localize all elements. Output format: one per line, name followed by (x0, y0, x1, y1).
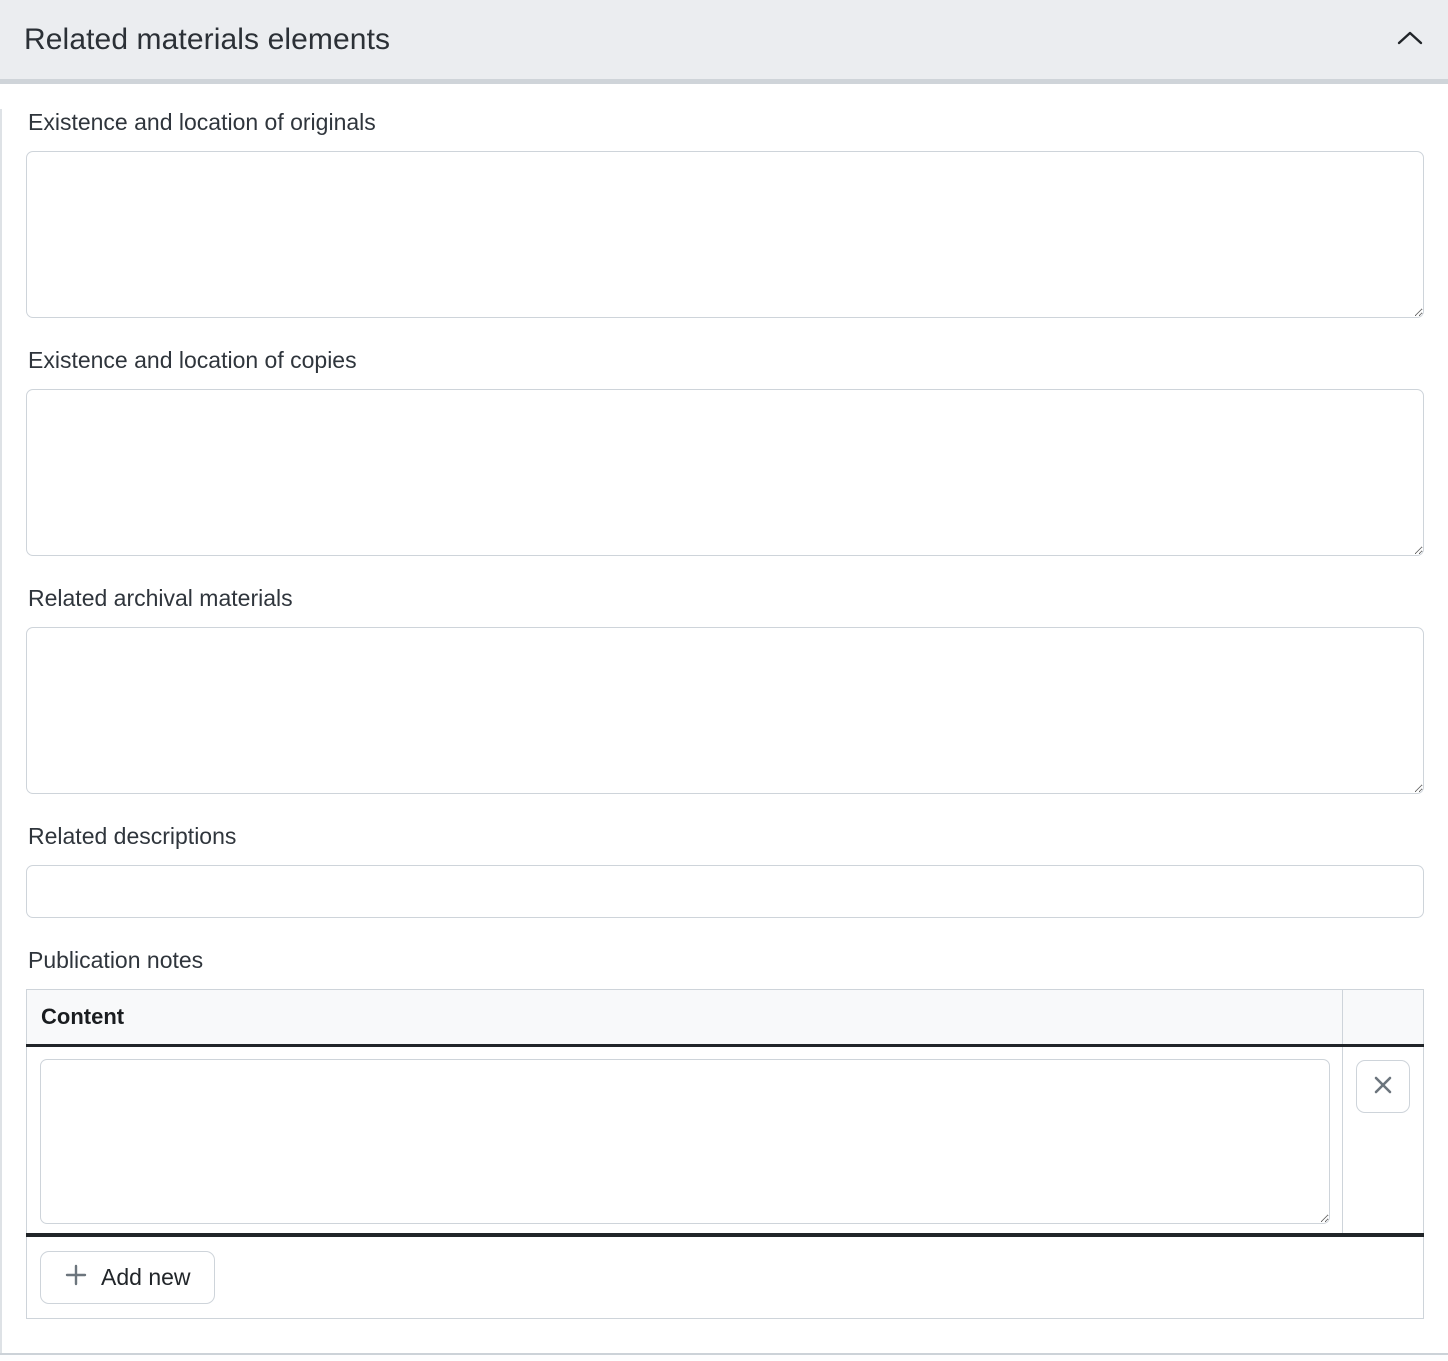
section-title: Related materials elements (24, 23, 390, 57)
table-header-row: Content (27, 990, 1424, 1046)
field-label-related-archival-materials: Related archival materials (28, 585, 1424, 612)
collapse-section-button[interactable] (1396, 30, 1424, 49)
delete-row-button[interactable] (1356, 1060, 1410, 1113)
field-label-publication-notes: Publication notes (28, 947, 1424, 974)
publication-note-content-textarea[interactable] (40, 1059, 1330, 1224)
table-header-actions (1343, 990, 1424, 1046)
table-footer-cell: Add new (27, 1235, 1424, 1319)
note-content-cell (27, 1046, 1343, 1236)
note-action-cell (1343, 1046, 1424, 1236)
publication-notes-table: Content (26, 989, 1424, 1319)
existence-originals-textarea[interactable] (26, 151, 1424, 318)
x-icon (1371, 1073, 1395, 1100)
add-new-button-label: Add new (101, 1264, 191, 1291)
accordion-header-related-materials[interactable]: Related materials elements (0, 0, 1448, 84)
field-label-existence-originals: Existence and location of originals (28, 109, 1424, 136)
table-row (27, 1046, 1424, 1236)
table-footer-row: Add new (27, 1235, 1424, 1319)
plus-icon (64, 1263, 88, 1293)
chevron-up-icon (1396, 30, 1424, 49)
accordion-body: Existence and location of originals Exis… (0, 109, 1448, 1353)
related-materials-section: Related materials elements Existence and… (0, 0, 1448, 1361)
next-section-divider (0, 1353, 1448, 1360)
field-label-existence-copies: Existence and location of copies (28, 347, 1424, 374)
table-header-content: Content (27, 990, 1343, 1046)
related-archival-materials-textarea[interactable] (26, 627, 1424, 794)
add-new-button[interactable]: Add new (40, 1251, 215, 1304)
existence-copies-textarea[interactable] (26, 389, 1424, 556)
related-descriptions-input[interactable] (26, 865, 1424, 918)
field-label-related-descriptions: Related descriptions (28, 823, 1424, 850)
